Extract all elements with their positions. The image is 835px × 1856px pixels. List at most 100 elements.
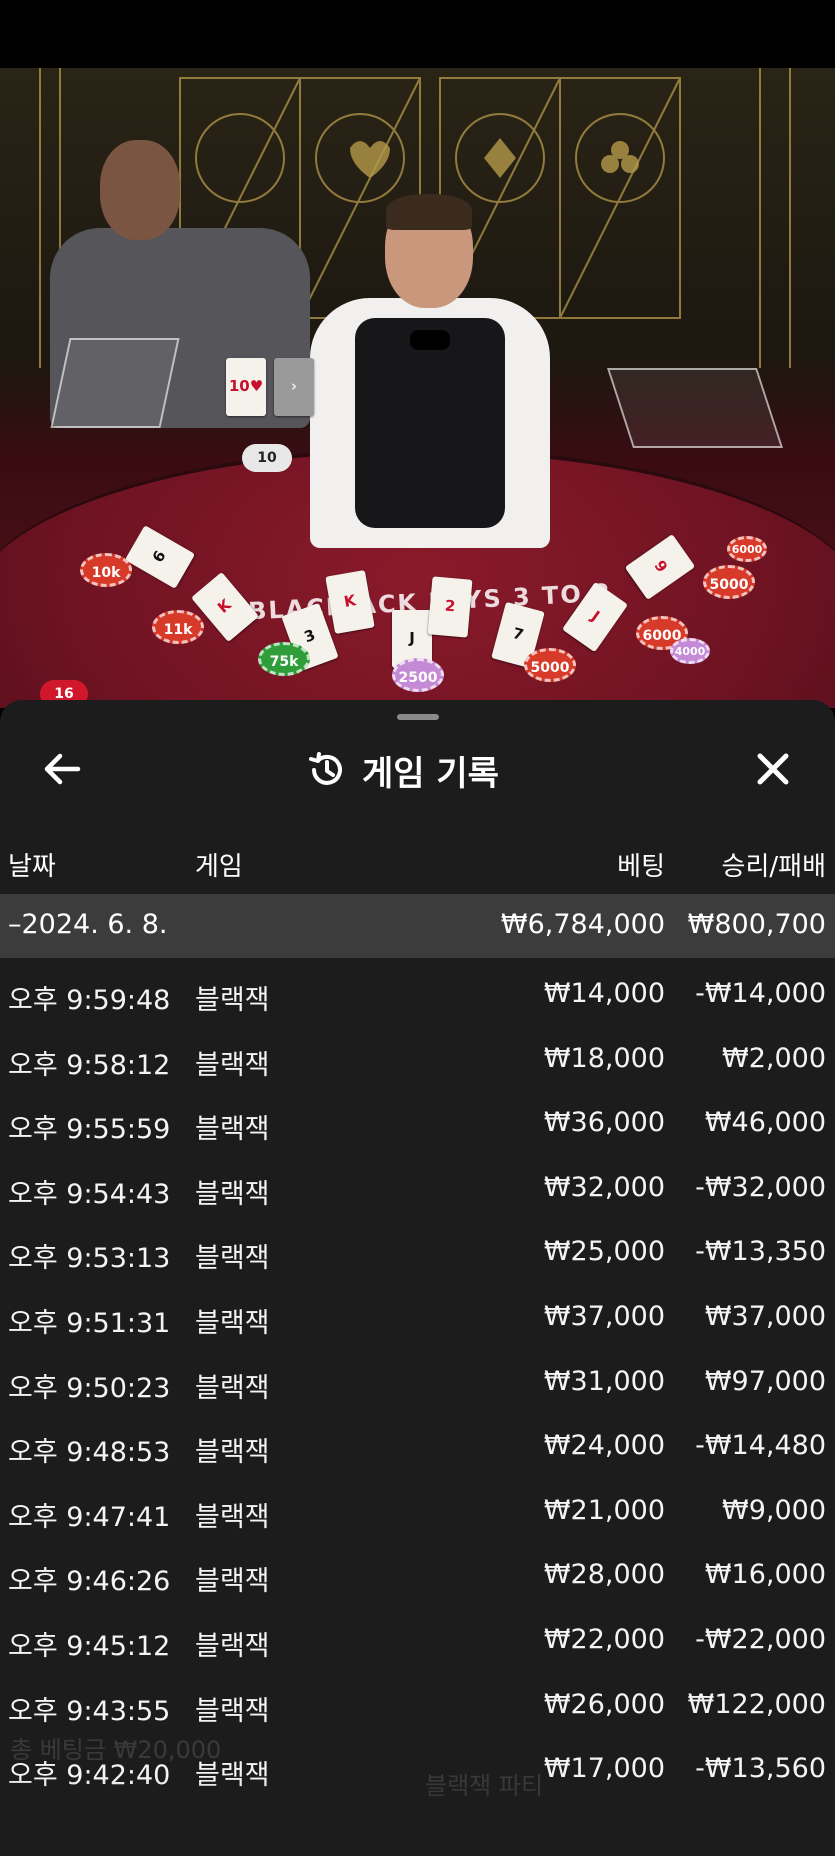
row-game: 블랙잭 [195,985,270,1016]
row-time: 오후 9:53:13 [8,1243,171,1275]
row-win-loss: ₩122,000 [687,1688,826,1720]
shuffler-head [100,140,180,240]
row-bet: ₩17,000 [543,1753,665,1785]
row-game: 블랙잭 [195,1372,270,1404]
summary-date: –2024. 6. 8. [8,909,168,940]
row-bet: ₩37,000 [543,1300,665,1332]
row-game: 블랙잭 [195,1630,270,1662]
panel-header: 게임 기록 [0,730,835,810]
row-time: 오후 9:54:43 [8,1178,171,1210]
table-row[interactable]: 오후 9:53:13 블랙잭 ₩25,000 -₩13,350 [0,1216,835,1281]
column-win-loss[interactable]: 승리/패배 [722,846,826,883]
table-row[interactable]: 오후 9:51:31 블랙잭 ₩37,000 ₩37,000 [0,1281,835,1346]
live-video-feed: 10♥ › 10 BLACKJACK PAYS 3 TO 2 6 K 3 K J… [0,68,835,708]
row-win-loss: -₩13,560 [695,1753,826,1785]
row-time: 오후 9:55:59 [8,1114,171,1146]
row-win-loss: -₩14,480 [695,1430,826,1462]
row-win-loss: -₩13,350 [695,1236,826,1268]
table-row[interactable]: 오후 9:43:55 블랙잭 ₩26,000 ₩122,000 [0,1669,835,1734]
row-win-loss: ₩37,000 [704,1300,826,1332]
bet-chip: 2500 [392,658,444,692]
row-win-loss: -₩14,000 [695,978,826,1009]
panel-title-group: 게임 기록 [306,746,499,794]
column-headers: 날짜 게임 베팅 승리/패배 [0,830,835,894]
arrow-left-icon [44,753,81,785]
row-time: 오후 9:46:26 [8,1566,171,1598]
history-list: 오후 9:59:48 블랙잭 ₩14,000 -₩14,000 오후 9:58:… [0,958,835,1798]
row-win-loss: -₩32,000 [695,1171,826,1203]
drag-handle[interactable] [397,714,439,720]
row-bet: ₩22,000 [543,1623,665,1655]
column-date[interactable]: 날짜 [8,846,56,883]
bet-chip: 5000 [703,565,755,599]
row-game: 블랙잭 [195,1178,270,1210]
close-icon [757,753,789,785]
row-time: 오후 9:51:31 [8,1307,171,1339]
dealer-hole-card: › [274,358,314,416]
row-game: 블랙잭 [195,1566,270,1598]
table-row[interactable]: 오후 9:50:23 블랙잭 ₩31,000 ₩97,000 [0,1346,835,1411]
row-win-loss: ₩16,000 [704,1559,826,1591]
history-icon [309,752,342,785]
row-time: 오후 9:59:48 [8,985,171,1016]
row-bet: ₩32,000 [543,1171,665,1203]
table-row[interactable]: 오후 9:54:43 블랙잭 ₩32,000 -₩32,000 [0,1152,835,1217]
table-row[interactable]: 오후 9:59:48 블랙잭 ₩14,000 -₩14,000 [0,958,835,1023]
discard-tray [50,338,180,428]
row-win-loss: ₩2,000 [722,1042,826,1074]
row-time: 오후 9:48:53 [8,1437,171,1469]
row-game: 블랙잭 [195,1243,270,1275]
row-game: 블랙잭 [195,1437,270,1469]
bet-chip: 5000 [524,648,576,682]
row-time: 오후 9:45:12 [8,1630,171,1662]
row-game: 블랙잭 [195,1307,270,1339]
close-button[interactable] [748,744,798,794]
row-win-loss: ₩97,000 [704,1365,826,1397]
row-time: 오후 9:43:55 [8,1695,171,1727]
background-footer-label: 블랙잭 파티 [425,1772,544,1800]
row-game: 블랙잭 [195,1049,270,1081]
background-total-bet: 총 베팅금 ₩20,000 [10,1736,222,1764]
table-row[interactable]: 오후 9:46:26 블랙잭 ₩28,000 ₩16,000 [0,1539,835,1604]
table-row[interactable]: 오후 9:47:41 블랙잭 ₩21,000 ₩9,000 [0,1475,835,1540]
column-game[interactable]: 게임 [195,846,243,883]
card-shoe [607,368,783,448]
bet-chip: 11k [152,610,204,644]
table-row[interactable]: 오후 9:45:12 블랙잭 ₩22,000 -₩22,000 [0,1604,835,1669]
table-card: 2 [427,576,473,638]
back-button[interactable] [38,744,88,794]
row-time: 오후 9:58:12 [8,1049,171,1081]
summary-bet: ₩6,784,000 [500,909,665,940]
date-summary-row[interactable]: –2024. 6. 8. ₩6,784,000 ₩800,700 [0,894,835,958]
row-time: 오후 9:50:23 [8,1372,171,1404]
dealer-card: 10♥ [226,358,266,416]
dealer-bowtie [410,330,450,350]
row-bet: ₩25,000 [543,1236,665,1268]
row-bet: ₩26,000 [543,1688,665,1720]
row-bet: ₩18,000 [543,1042,665,1074]
row-bet: ₩28,000 [543,1559,665,1591]
row-game: 블랙잭 [195,1695,270,1727]
row-bet: ₩24,000 [543,1430,665,1462]
page-title: 게임 기록 [362,753,499,794]
row-bet: ₩21,000 [543,1494,665,1526]
game-history-panel: 게임 기록 날짜 게임 베팅 승리/패배 –2024. 6. 8. ₩6,784… [0,700,835,1856]
bet-chip: 4000 [670,638,710,664]
table-row[interactable]: 오후 9:58:12 블랙잭 ₩18,000 ₩2,000 [0,1023,835,1088]
row-bet: ₩14,000 [543,978,665,1009]
column-bet[interactable]: 베팅 [617,846,665,883]
row-game: 블랙잭 [195,1501,270,1533]
row-time: 오후 9:47:41 [8,1501,171,1533]
bet-chip: 6000 [727,536,767,562]
row-win-loss: ₩9,000 [722,1494,826,1526]
dealer-total-badge: 10 [242,444,292,472]
row-bet: ₩31,000 [543,1365,665,1397]
bet-chip: 10k [80,553,132,587]
row-game: 블랙잭 [195,1114,270,1146]
bet-chip: 75k [258,642,310,676]
table-row[interactable]: 오후 9:55:59 블랙잭 ₩36,000 ₩46,000 [0,1087,835,1152]
row-win-loss: -₩22,000 [695,1623,826,1655]
row-bet: ₩36,000 [543,1107,665,1139]
summary-win-loss: ₩800,700 [687,909,826,940]
table-row[interactable]: 오후 9:48:53 블랙잭 ₩24,000 -₩14,480 [0,1410,835,1475]
